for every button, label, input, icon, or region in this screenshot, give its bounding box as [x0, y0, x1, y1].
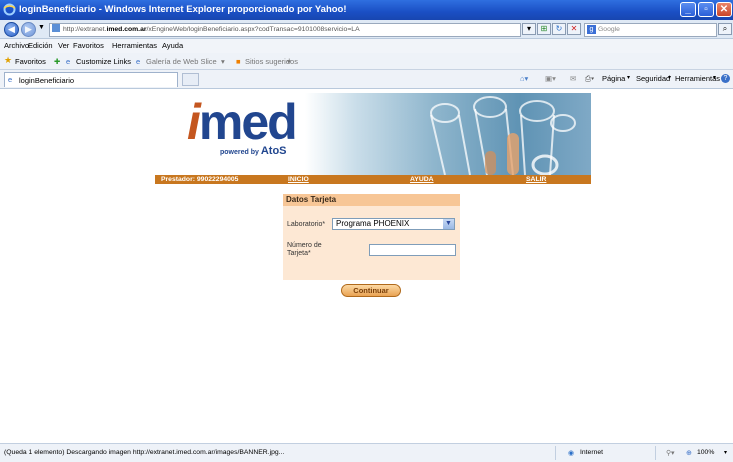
status-divider-2 — [655, 446, 656, 460]
powered-by-label: powered by — [220, 149, 259, 156]
star-icon: ★ — [4, 55, 13, 65]
close-window-button[interactable]: ✕ — [716, 2, 732, 17]
window-titlebar: loginBeneficiario - Windows Internet Exp… — [0, 0, 733, 20]
menu-ayuda[interactable]: Ayuda — [162, 41, 183, 50]
url-prefix: http://extranet. — [63, 26, 107, 33]
url-input[interactable]: http://extranet.imed.com.ar/xEngineWeb/l… — [49, 23, 521, 37]
add-favorite-icon[interactable]: ✚ — [54, 57, 60, 66]
status-text: (Queda 1 elemento) Descargando imagen ht… — [4, 449, 285, 456]
web-slice-dropdown-icon[interactable]: ▾ — [221, 57, 225, 66]
web-slice-gallery-link[interactable]: Galería de Web Slice — [146, 57, 217, 66]
logo-text: med — [198, 94, 298, 150]
security-menu[interactable]: Seguridad — [636, 74, 670, 83]
menu-herramientas[interactable]: Herramientas — [112, 41, 157, 50]
zoom-dropdown-icon[interactable]: ▾ — [724, 449, 727, 456]
history-dropdown-icon[interactable]: ▼ — [38, 24, 45, 31]
menu-edicion[interactable]: Edición — [28, 41, 53, 50]
page-icon — [52, 24, 60, 32]
search-icon[interactable]: ⌕ — [718, 23, 732, 35]
laboratorio-label: Laboratorio* — [287, 221, 326, 228]
tarjeta-label-line1: Número de — [287, 242, 322, 249]
zoom-icon[interactable]: ⊕ — [686, 449, 692, 457]
status-bar: (Queda 1 elemento) Descargando imagen ht… — [0, 443, 733, 462]
menu-bar: Archivo Edición Ver Favoritos Herramient… — [0, 39, 733, 53]
chevron-down-icon[interactable]: ▼ — [443, 219, 454, 229]
ie-page-icon: e — [66, 57, 71, 66]
tab-title: loginBeneficiario — [19, 76, 75, 85]
protected-mode-icon[interactable]: ⚲▾ — [666, 449, 674, 457]
compatibility-icon[interactable]: ⊞ — [537, 23, 551, 35]
feeds-icon[interactable]: ▣▾ — [545, 74, 556, 83]
panel-header: Datos Tarjeta — [283, 194, 460, 206]
test-tubes-illustration — [430, 96, 576, 175]
prestador-label: Prestador: 99022294005 — [161, 176, 239, 183]
page-content: imed powered by AtoS Prestador: 99022294… — [0, 89, 733, 443]
refresh-icon[interactable]: ↻ — [552, 23, 566, 35]
laboratorio-selected-value: Programa PHOENIX — [336, 219, 410, 228]
maximize-button[interactable]: ▫ — [698, 2, 714, 17]
menu-archivo[interactable]: Archivo — [4, 41, 29, 50]
search-placeholder: Google — [598, 26, 620, 33]
nav-ayuda-link[interactable]: AYUDA — [410, 175, 434, 184]
url-domain: imed.com.ar — [106, 26, 147, 33]
status-divider — [555, 446, 556, 460]
menu-favoritos[interactable]: Favoritos — [73, 41, 104, 50]
customize-links-link[interactable]: Customize Links — [76, 57, 131, 66]
tab-page-icon: e — [8, 75, 13, 84]
zoom-level[interactable]: 100% — [697, 449, 714, 456]
url-suffix: /xEngineWeb/loginBeneficiario.aspx?codTr… — [146, 26, 360, 33]
ie-logo-icon — [3, 3, 16, 16]
page-menu[interactable]: Página — [602, 74, 625, 83]
ie-page-icon-2: e — [136, 57, 141, 66]
tab-bar: e loginBeneficiario ⌂▾ ▣▾ ✉ ⎙▾ Página ▾ … — [0, 70, 733, 89]
datos-tarjeta-panel: Datos Tarjeta Laboratorio* Programa PHOE… — [283, 194, 460, 280]
banner-image — [305, 93, 591, 175]
page-dropdown-icon[interactable]: ▾ — [627, 74, 630, 81]
powered-by-atos: powered by AtoS — [220, 145, 287, 157]
zone-label: Internet — [580, 449, 604, 456]
suggested-sites-icon: ■ — [236, 57, 241, 66]
site-nav-strip: Prestador: 99022294005 INICIO AYUDA SALI… — [155, 175, 591, 184]
mail-icon[interactable]: ✉ — [570, 74, 576, 83]
address-bar: ◀ ▶ ▼ http://extranet.imed.com.ar/xEngin… — [0, 20, 733, 39]
suggested-dropdown-icon[interactable]: ▾ — [287, 57, 291, 66]
menu-ver[interactable]: Ver — [58, 41, 69, 50]
favorites-bar: ★ Favoritos ✚ e Customize Links e Galerí… — [0, 53, 733, 70]
nav-salir-link[interactable]: SALIR — [526, 175, 546, 184]
globe-icon: ◉ — [568, 450, 574, 457]
print-icon[interactable]: ⎙▾ — [585, 74, 594, 84]
tab-login-beneficiario[interactable]: e loginBeneficiario — [4, 72, 178, 87]
new-tab-button[interactable] — [182, 73, 199, 86]
back-button[interactable]: ◀ — [4, 22, 19, 37]
forward-button[interactable]: ▶ — [21, 22, 36, 37]
numero-tarjeta-input[interactable] — [369, 244, 456, 256]
help-icon[interactable]: ? — [721, 74, 730, 83]
security-dropdown-icon[interactable]: ▾ — [668, 74, 671, 81]
url-dropdown-icon[interactable]: ▾ — [522, 23, 536, 35]
atos-brand: AtoS — [260, 145, 287, 157]
tools-dropdown-icon[interactable]: ▾ — [713, 74, 716, 81]
nav-inicio-link[interactable]: INICIO — [288, 175, 309, 184]
search-input[interactable]: g Google — [584, 23, 717, 37]
stop-icon[interactable]: ✕ — [567, 23, 581, 35]
home-icon[interactable]: ⌂▾ — [520, 74, 528, 83]
google-icon: g — [587, 25, 596, 34]
imed-logo: imed powered by AtoS — [187, 94, 298, 157]
minimize-button[interactable]: _ — [680, 2, 696, 17]
favorites-button[interactable]: Favoritos — [15, 57, 46, 66]
window-title: loginBeneficiario - Windows Internet Exp… — [19, 4, 347, 15]
tarjeta-label-line2: Tarjeta* — [287, 250, 311, 257]
continuar-button[interactable]: Continuar — [341, 284, 401, 297]
laboratorio-select[interactable]: Programa PHOENIX ▼ — [332, 218, 455, 230]
